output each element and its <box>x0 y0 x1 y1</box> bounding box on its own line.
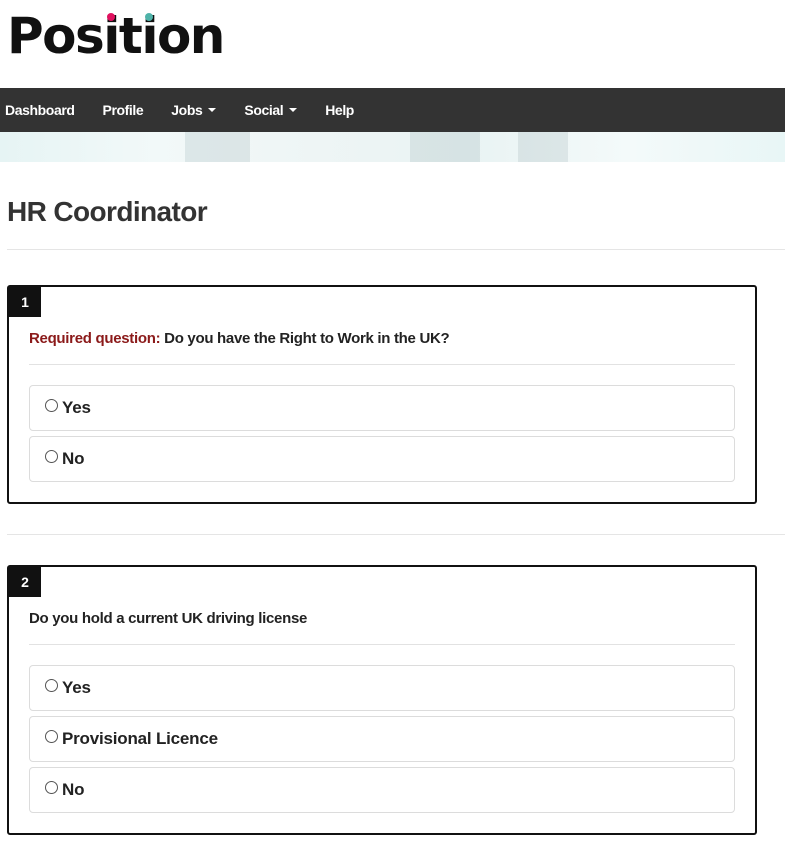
header: Posi ti on <box>0 0 785 88</box>
question-card-2: 2 Do you hold a current UK driving licen… <box>7 565 757 835</box>
position-logo[interactable]: Posi ti on <box>7 8 225 64</box>
option-label: No <box>62 449 85 468</box>
question-number: 2 <box>9 567 41 597</box>
nav-item-jobs[interactable]: Jobs <box>157 88 230 132</box>
nav-item-dashboard[interactable]: Dashboard <box>0 88 89 132</box>
divider <box>7 534 785 535</box>
option-label: Provisional Licence <box>62 729 218 748</box>
option-label: Yes <box>62 678 91 697</box>
required-label: Required question: <box>29 330 161 347</box>
nav-item-help[interactable]: Help <box>311 88 368 132</box>
question-card-1: 1 Required question: Do you have the Rig… <box>7 285 757 504</box>
radio-button[interactable] <box>45 399 58 412</box>
option-yes[interactable]: Yes <box>29 665 735 711</box>
question-number: 1 <box>9 287 41 317</box>
nav-item-social[interactable]: Social <box>230 88 311 132</box>
radio-button[interactable] <box>45 730 58 743</box>
caret-down-icon <box>208 108 217 112</box>
option-provisional-licence[interactable]: Provisional Licence <box>29 716 735 762</box>
question-text: Required question: Do you have the Right… <box>29 330 450 347</box>
option-no[interactable]: No <box>29 767 735 813</box>
option-yes[interactable]: Yes <box>29 385 735 431</box>
main-navbar: Dashboard Profile Jobs Social Help <box>0 88 785 132</box>
divider <box>7 249 785 250</box>
option-label: No <box>62 780 85 799</box>
nav-item-profile[interactable]: Profile <box>89 88 158 132</box>
caret-down-icon <box>289 108 298 112</box>
radio-button[interactable] <box>45 781 58 794</box>
radio-button[interactable] <box>45 450 58 463</box>
question-text: Do you hold a current UK driving license <box>29 610 308 627</box>
option-label: Yes <box>62 398 91 417</box>
question-divider <box>29 364 735 365</box>
hero-banner-image <box>0 132 785 162</box>
page-title: HR Coordinator <box>7 196 208 227</box>
option-no[interactable]: No <box>29 436 735 482</box>
radio-button[interactable] <box>45 679 58 692</box>
question-divider <box>29 644 735 645</box>
